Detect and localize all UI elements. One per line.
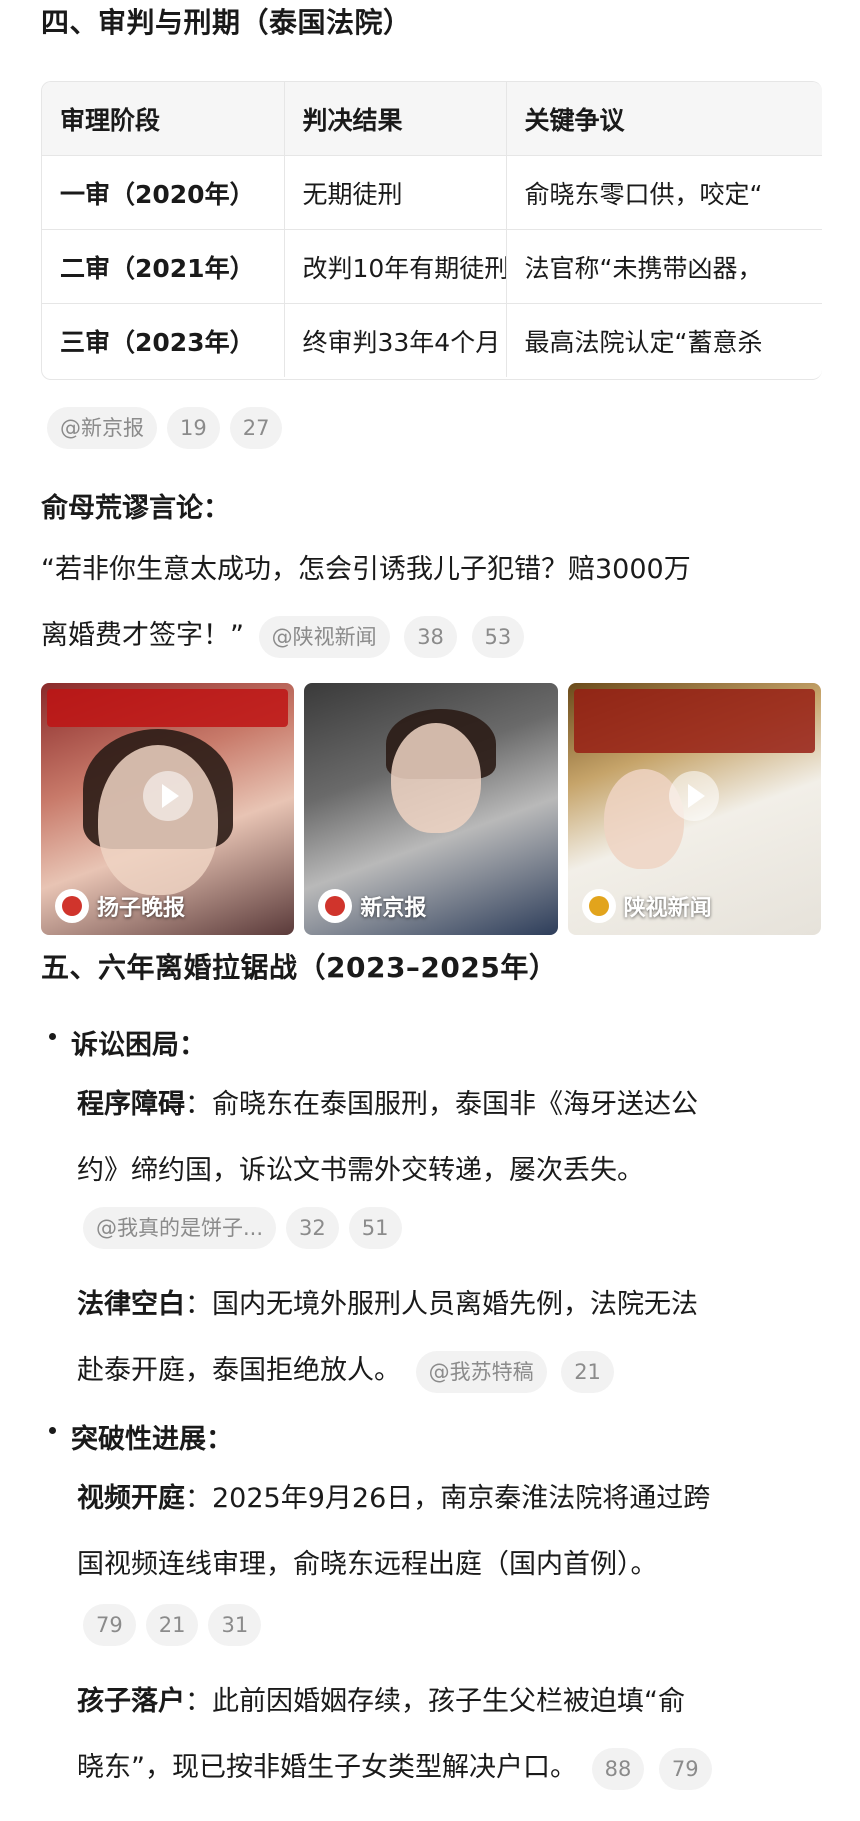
table-cell-dispute: 最高法院认定“蓄意杀 [506, 303, 822, 377]
source-logo-icon [581, 889, 616, 923]
bullet-dot-icon [49, 1427, 56, 1434]
person-face [391, 723, 482, 833]
ref-chip[interactable]: 32 [286, 1207, 339, 1249]
video-source: 扬子晚报 [55, 889, 185, 923]
bullet-label: 诉讼困局： [71, 1030, 206, 1061]
source-logo-icon [318, 889, 353, 923]
item-text-2: 赴泰开庭，泰国拒绝放人。 [77, 1355, 401, 1386]
ref-chip[interactable]: 38 [404, 615, 457, 658]
verdict-table: 审理阶段 判决结果 关键争议 一审（2020年） 无期徒刑 俞晓东零口供，咬定“… [41, 81, 822, 380]
item-line-2: 赴泰开庭，泰国拒绝放人。 @我苏特稿 21 [77, 1338, 821, 1404]
ref-chip[interactable]: 53 [471, 615, 525, 658]
bullet-litigation: 诉讼困局： [49, 1023, 206, 1062]
table-cell-stage: 三审（2023年） [42, 303, 285, 377]
item-line: 视频开庭：2025年9月26日，南京秦淮法院将通过跨 [77, 1466, 821, 1532]
video-row: 扬子晚报 新京报 陕视新闻 [41, 683, 821, 935]
ref-chip[interactable]: 27 [229, 407, 283, 449]
item-chips: @我真的是饼子... 32 51 [83, 1207, 402, 1249]
table-header: 审理阶段 [42, 82, 285, 156]
ref-chip[interactable]: 19 [167, 407, 220, 449]
section-5-title: 五、六年离婚拉锯战（2023–2025年） [41, 951, 558, 984]
ref-chip[interactable]: 51 [348, 1207, 402, 1249]
video-card[interactable]: 陕视新闻 [567, 683, 821, 935]
table-cell-result: 终审判33年4个月 [284, 303, 507, 377]
item-sep: ： [185, 1089, 212, 1120]
item-text-2: 约》缔约国，诉讼文书需外交转递，屡次丢失。 [77, 1155, 644, 1186]
video-source-name: 扬子晚报 [97, 896, 186, 921]
bullet-breakthrough: 突破性进展： [49, 1417, 233, 1456]
table-header: 判决结果 [284, 82, 507, 156]
source-chip[interactable]: @陕视新闻 [258, 615, 390, 658]
item-text: 2025年9月26日，南京秦淮法院将通过跨 [212, 1483, 711, 1514]
video-source-name: 新京报 [360, 896, 427, 921]
table-cell-stage: 一审（2020年） [42, 155, 285, 230]
table-header-row: 审理阶段 判决结果 关键争议 [42, 82, 822, 156]
list-item-procedure: 程序障碍：俞晓东在泰国服刑，泰国非《海牙送达公 约》缔约国，诉讼文书需外交转递，… [77, 1072, 821, 1204]
item-line: 孩子落户：此前因婚姻存续，孩子生父栏被迫填“俞 [77, 1669, 821, 1735]
ref-chip[interactable]: 79 [83, 1604, 136, 1646]
video-source: 新京报 [318, 889, 426, 923]
play-icon[interactable] [669, 771, 720, 821]
table-source-chips: @新京报 19 27 [47, 407, 283, 449]
video-source: 陕视新闻 [581, 889, 712, 923]
item-term: 法律空白 [77, 1289, 185, 1320]
table-cell-dispute: 法官称“未携带凶器， [506, 229, 822, 304]
video-banner [573, 689, 815, 753]
table-row: 一审（2020年） 无期徒刑 俞晓东零口供，咬定“ [42, 155, 822, 230]
item-line: 程序障碍：俞晓东在泰国服刑，泰国非《海牙送达公 [77, 1072, 821, 1138]
item-line: 法律空白：国内无境外服刑人员离婚先例，法院无法 [77, 1272, 821, 1338]
video-source-name: 陕视新闻 [623, 896, 712, 921]
item-sep: ： [185, 1686, 212, 1717]
table-cell-stage: 二审（2021年） [42, 229, 285, 304]
table-row: 三审（2023年） 终审判33年4个月 最高法院认定“蓄意杀 [42, 303, 822, 377]
bullet-dot-icon [49, 1033, 56, 1040]
table-cell-result: 无期徒刑 [284, 155, 507, 230]
section-4-title: 四、审判与刑期（泰国法院） [41, 6, 412, 39]
ref-chip[interactable]: 21 [145, 1604, 199, 1646]
ref-chip[interactable]: 79 [658, 1747, 712, 1790]
video-banner [47, 689, 289, 727]
mother-quote: “若非你生意太成功，怎会引诱我儿子犯错？赔3000万 离婚费才签字！” @陕视新… [41, 537, 821, 669]
video-card[interactable]: 新京报 [304, 683, 558, 935]
person-face [97, 745, 218, 895]
item-chips: 79 21 31 [83, 1604, 262, 1646]
table-header: 关键争议 [506, 82, 822, 156]
item-term: 孩子落户 [77, 1686, 185, 1717]
list-item-video-trial: 视频开庭：2025年9月26日，南京秦淮法院将通过跨 国视频连线审理，俞晓东远程… [77, 1466, 821, 1598]
source-logo-icon [55, 889, 89, 923]
bullet-label: 突破性进展： [71, 1424, 233, 1455]
ref-chip[interactable]: 31 [208, 1604, 262, 1646]
quote-text: 离婚费才签字！” [41, 620, 244, 651]
table-cell-dispute: 俞晓东零口供，咬定“ [506, 155, 822, 230]
item-text: 国内无境外服刑人员离婚先例，法院无法 [212, 1289, 698, 1320]
item-text: 此前因婚姻存续，孩子生父栏被迫填“俞 [212, 1686, 685, 1717]
item-text-2: 晓东”，现已按非婚生子女类型解决户口。 [77, 1752, 577, 1783]
quote-line: “若非你生意太成功，怎会引诱我儿子犯错？赔3000万 [41, 554, 691, 585]
source-chip[interactable]: @新京报 [47, 407, 157, 449]
mother-quote-heading: 俞母荒谬言论： [41, 493, 230, 524]
ref-chip[interactable]: 21 [561, 1350, 614, 1393]
video-card[interactable]: 扬子晚报 [41, 683, 295, 935]
table-row: 二审（2021年） 改判10年有期徒刑 法官称“未携带凶器， [42, 229, 822, 304]
table-cell-result: 改判10年有期徒刑 [284, 229, 507, 304]
item-sep: ： [185, 1483, 212, 1514]
source-chip[interactable]: @我真的是饼子... [83, 1207, 277, 1249]
list-item-child-registration: 孩子落户：此前因婚姻存续，孩子生父栏被迫填“俞 晓东”，现已按非婚生子女类型解决… [77, 1669, 821, 1801]
item-text: 俞晓东在泰国服刑，泰国非《海牙送达公 [212, 1089, 698, 1120]
item-term: 视频开庭 [77, 1483, 185, 1514]
item-term: 程序障碍 [77, 1089, 185, 1120]
list-item-legal-gap: 法律空白：国内无境外服刑人员离婚先例，法院无法 赴泰开庭，泰国拒绝放人。 @我苏… [77, 1272, 821, 1404]
source-chip[interactable]: @我苏特稿 [415, 1350, 547, 1393]
quote-line-2: 离婚费才签字！” @陕视新闻 38 53 [41, 603, 821, 669]
ref-chip[interactable]: 88 [591, 1747, 645, 1790]
item-sep: ： [185, 1289, 212, 1320]
item-line-2: 晓东”，现已按非婚生子女类型解决户口。 88 79 [77, 1735, 821, 1801]
item-text-2: 国视频连线审理，俞晓东远程出庭（国内首例）。 [77, 1549, 658, 1580]
play-icon[interactable] [142, 771, 193, 821]
